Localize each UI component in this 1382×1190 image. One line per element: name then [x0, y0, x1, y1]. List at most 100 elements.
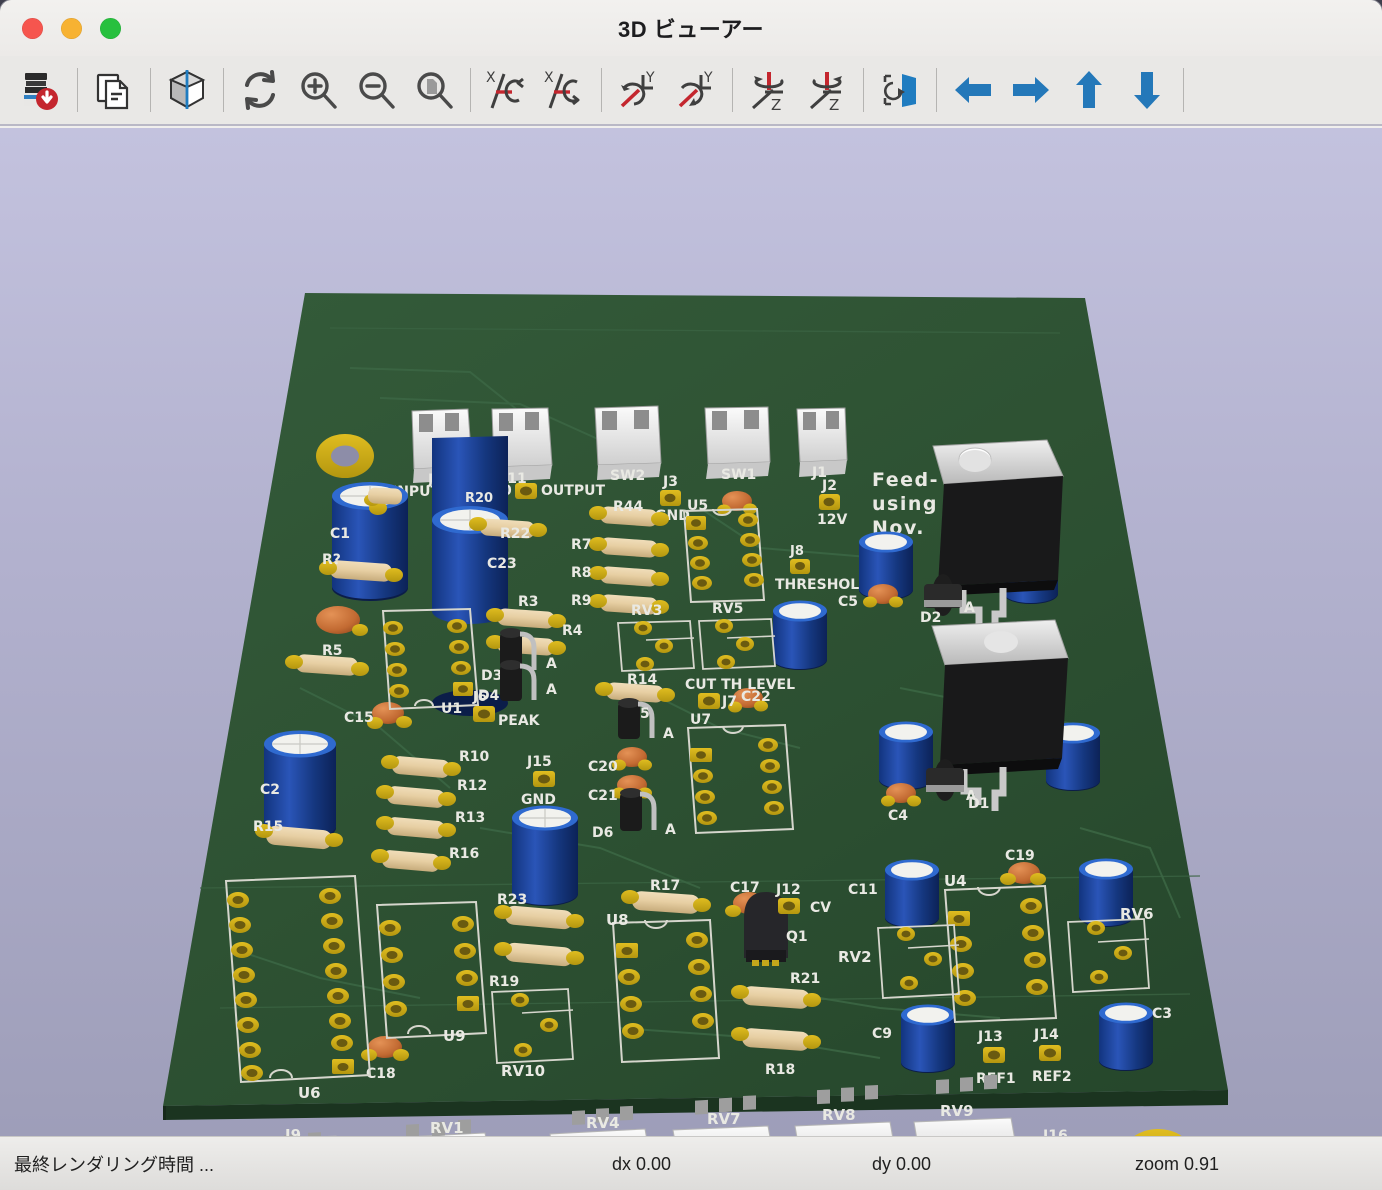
svg-text:5: 5 [640, 706, 650, 722]
move-right-icon [1013, 77, 1049, 103]
svg-text:R5: R5 [322, 643, 343, 659]
move-down-icon [1134, 72, 1160, 109]
reload-board-button[interactable] [12, 61, 70, 119]
svg-text:D3: D3 [481, 668, 502, 684]
title-bar: 3D ビューアー [0, 0, 1382, 57]
render-options-icon [168, 70, 206, 109]
rotate-x-cw-button[interactable]: X [536, 61, 594, 119]
toolbar-separator [470, 68, 471, 112]
zoom-in-button[interactable] [289, 61, 347, 119]
svg-text:Z: Z [771, 96, 781, 114]
move-right-button[interactable] [1002, 61, 1060, 119]
svg-text:C23: C23 [487, 556, 517, 572]
copy-to-clipboard-icon [96, 73, 129, 110]
copy-to-clipboard-button[interactable] [85, 61, 143, 119]
svg-text:R20: R20 [465, 491, 493, 506]
svg-text:REF2: REF2 [1032, 1069, 1072, 1085]
svg-text:C17: C17 [730, 880, 760, 896]
toolbar-separator [77, 68, 78, 112]
flip-board-button[interactable] [871, 61, 929, 119]
svg-text:Y: Y [703, 70, 713, 86]
move-down-button[interactable] [1118, 61, 1176, 119]
rotate-y-cw-icon: Y [678, 70, 713, 108]
svg-text:RV7: RV7 [707, 1110, 741, 1128]
dx-status: dx 0.00 [612, 1153, 672, 1174]
svg-text:A: A [966, 789, 976, 804]
svg-text:R21: R21 [790, 971, 820, 987]
rotate-x-ccw-icon: X [486, 70, 524, 109]
svg-text:Y: Y [645, 70, 655, 86]
render-time-status: 最終レンダリング時間 ... [14, 1155, 215, 1175]
switch-sw2: SW2 [594, 405, 662, 484]
svg-text:RV10: RV10 [501, 1062, 545, 1080]
rotate-y-ccw-button[interactable]: Y [609, 61, 667, 119]
toolbar: X X Y Y Z Z [0, 56, 1382, 126]
svg-text:J9: J9 [284, 1126, 301, 1136]
svg-text:U8: U8 [606, 911, 629, 929]
svg-text:J15: J15 [526, 754, 552, 770]
svg-text:X: X [486, 70, 496, 86]
svg-text:RV5: RV5 [712, 601, 743, 617]
rotate-z-ccw-button[interactable]: Z [740, 61, 798, 119]
svg-text:C20: C20 [588, 759, 618, 775]
zoom-status: zoom 0.91 [1135, 1153, 1220, 1174]
svg-text:J16: J16 [1042, 1128, 1068, 1136]
svg-text:R44: R44 [613, 499, 644, 515]
svg-text:PEAK: PEAK [498, 713, 541, 729]
svg-text:OUTPUT: OUTPUT [541, 483, 605, 499]
svg-text:A: A [964, 600, 975, 616]
svg-text:R23: R23 [497, 892, 527, 908]
svg-text:THRESHOLD: THRESHOLD [775, 577, 871, 593]
zoom-out-button[interactable] [347, 61, 405, 119]
svg-text:RV2: RV2 [838, 948, 872, 966]
svg-text:C9: C9 [872, 1026, 892, 1042]
svg-text:12V: 12V [817, 512, 847, 528]
pcb-model[interactable]: J4 J11 [0, 128, 1382, 1136]
svg-text:A: A [663, 726, 674, 742]
render-options-button[interactable] [158, 61, 216, 119]
3d-viewport[interactable]: J4 J11 [0, 128, 1382, 1136]
svg-text:U9: U9 [443, 1027, 466, 1045]
svg-text:R4: R4 [562, 623, 583, 639]
status-bar: 最終レンダリング時間 ... dx 0.00 dy 0.00 zoom 0.91 [0, 1136, 1382, 1190]
svg-text:J13: J13 [977, 1029, 1003, 1045]
svg-text:J6: J6 [472, 690, 487, 705]
move-up-button[interactable] [1060, 61, 1118, 119]
toolbar-separator [1183, 68, 1184, 112]
rotate-x-ccw-button[interactable]: X [478, 61, 536, 119]
svg-text:J3: J3 [662, 474, 678, 490]
svg-text:J7: J7 [721, 694, 737, 710]
svg-text:R13: R13 [455, 810, 485, 826]
rotate-z-cw-button[interactable]: Z [798, 61, 856, 119]
svg-text:C3: C3 [1152, 1006, 1172, 1022]
connector-j9: J9 INDICATORS [284, 1126, 337, 1136]
svg-text:A: A [546, 656, 557, 672]
svg-text:R8: R8 [571, 565, 592, 581]
svg-text:U1: U1 [441, 701, 462, 717]
svg-text:R19: R19 [489, 974, 519, 990]
move-left-button[interactable] [944, 61, 1002, 119]
window-title: 3D ビューアー [617, 17, 765, 42]
svg-text:R12: R12 [457, 778, 487, 794]
svg-text:C21: C21 [588, 788, 618, 804]
svg-text:R?: R? [322, 552, 341, 568]
svg-text:RV8: RV8 [822, 1106, 856, 1124]
svg-text:J14: J14 [1033, 1027, 1059, 1043]
svg-text:RV1: RV1 [430, 1119, 464, 1136]
toolbar-separator [863, 68, 864, 112]
toolbar-separator [223, 68, 224, 112]
zoom-out-icon [359, 72, 395, 109]
svg-text:GND: GND [521, 792, 556, 808]
svg-text:C5: C5 [838, 594, 858, 610]
svg-text:RV6: RV6 [1120, 905, 1154, 923]
reload-board-icon [24, 73, 58, 110]
to220-components [931, 439, 1069, 811]
connector-j1: J1 [796, 407, 848, 481]
svg-text:R7: R7 [571, 537, 592, 553]
svg-text:D6: D6 [592, 825, 613, 841]
svg-text:RV9: RV9 [940, 1102, 974, 1120]
zoom-fit-button[interactable] [405, 61, 463, 119]
rotate-y-cw-button[interactable]: Y [667, 61, 725, 119]
refresh-button[interactable] [231, 61, 289, 119]
svg-text:J8: J8 [789, 544, 804, 559]
